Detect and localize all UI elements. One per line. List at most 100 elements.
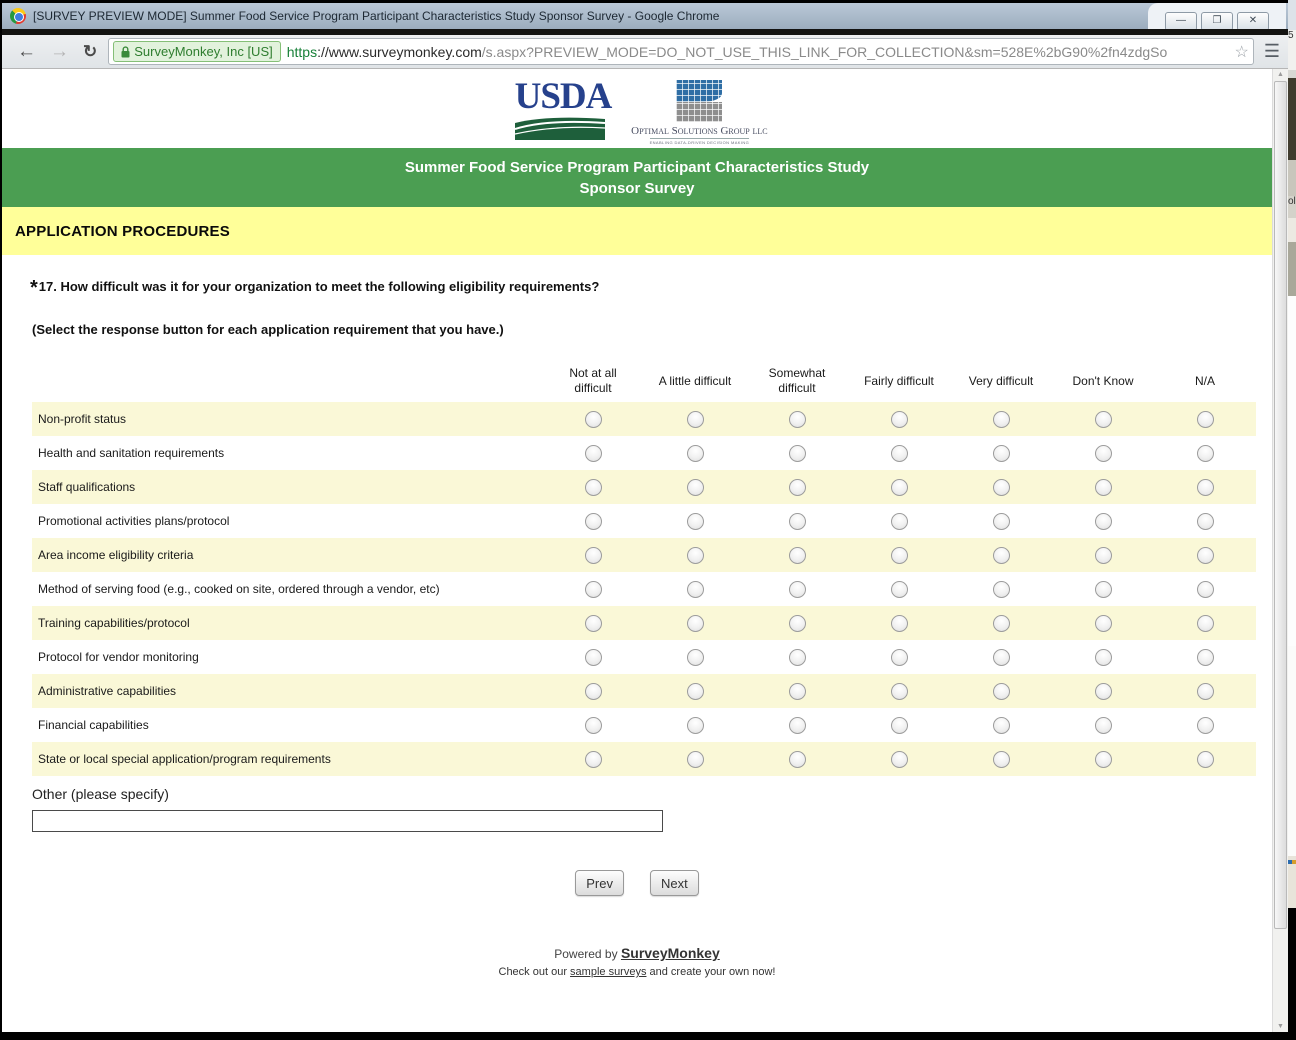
other-specify-input[interactable] [32, 810, 663, 832]
address-bar[interactable]: SurveyMonkey, Inc [US] https://www.surve… [108, 38, 1254, 65]
radio-button[interactable] [1197, 581, 1214, 598]
radio-button[interactable] [789, 547, 806, 564]
ev-certificate-badge[interactable]: SurveyMonkey, Inc [US] [113, 41, 280, 62]
radio-button[interactable] [687, 479, 704, 496]
radio-button[interactable] [789, 445, 806, 462]
radio-button[interactable] [1197, 649, 1214, 666]
radio-button[interactable] [585, 717, 602, 734]
radio-button[interactable] [1197, 547, 1214, 564]
minimize-button-icon[interactable]: — [1165, 12, 1197, 31]
radio-button[interactable] [891, 581, 908, 598]
matrix-cell [848, 479, 950, 496]
radio-button[interactable] [789, 717, 806, 734]
radio-button[interactable] [1095, 649, 1112, 666]
radio-button[interactable] [687, 581, 704, 598]
radio-button[interactable] [585, 683, 602, 700]
radio-button[interactable] [789, 581, 806, 598]
url-text[interactable]: https://www.surveymonkey.com/s.aspx?PREV… [287, 44, 1231, 60]
radio-button[interactable] [993, 581, 1010, 598]
radio-button[interactable] [993, 717, 1010, 734]
radio-button[interactable] [585, 445, 602, 462]
radio-button[interactable] [789, 513, 806, 530]
radio-button[interactable] [1095, 615, 1112, 632]
radio-button[interactable] [687, 445, 704, 462]
radio-button[interactable] [789, 683, 806, 700]
radio-button[interactable] [585, 513, 602, 530]
radio-button[interactable] [687, 615, 704, 632]
radio-button[interactable] [585, 547, 602, 564]
radio-button[interactable] [789, 411, 806, 428]
radio-button[interactable] [789, 479, 806, 496]
radio-button[interactable] [687, 751, 704, 768]
radio-button[interactable] [1095, 513, 1112, 530]
matrix-cell [1052, 411, 1154, 428]
radio-button[interactable] [891, 445, 908, 462]
scroll-up-icon[interactable]: ▲ [1273, 71, 1288, 78]
radio-button[interactable] [1095, 411, 1112, 428]
radio-button[interactable] [687, 547, 704, 564]
radio-button[interactable] [585, 615, 602, 632]
radio-button[interactable] [993, 615, 1010, 632]
scroll-down-icon[interactable]: ▼ [1273, 1023, 1288, 1030]
radio-button[interactable] [993, 411, 1010, 428]
restore-button-icon[interactable]: ❐ [1201, 12, 1233, 31]
radio-button[interactable] [1197, 479, 1214, 496]
surveymonkey-link[interactable]: SurveyMonkey [621, 945, 720, 961]
reload-icon[interactable]: ↻ [83, 43, 97, 60]
radio-button[interactable] [891, 649, 908, 666]
radio-button[interactable] [789, 751, 806, 768]
radio-button[interactable] [687, 683, 704, 700]
radio-button[interactable] [1197, 615, 1214, 632]
radio-button[interactable] [1197, 751, 1214, 768]
radio-button[interactable] [891, 615, 908, 632]
radio-button[interactable] [1095, 751, 1112, 768]
radio-button[interactable] [789, 615, 806, 632]
prev-button[interactable]: Prev [575, 870, 624, 896]
forward-icon[interactable]: → [50, 42, 69, 61]
back-icon[interactable]: ← [17, 42, 36, 61]
radio-button[interactable] [891, 683, 908, 700]
radio-button[interactable] [1197, 717, 1214, 734]
sample-surveys-link[interactable]: sample surveys [570, 966, 646, 978]
radio-button[interactable] [687, 411, 704, 428]
next-button[interactable]: Next [650, 870, 699, 896]
radio-button[interactable] [1197, 513, 1214, 530]
radio-button[interactable] [993, 649, 1010, 666]
radio-button[interactable] [585, 649, 602, 666]
radio-button[interactable] [891, 717, 908, 734]
radio-button[interactable] [993, 751, 1010, 768]
radio-button[interactable] [891, 513, 908, 530]
radio-button[interactable] [1095, 683, 1112, 700]
radio-button[interactable] [1095, 717, 1112, 734]
radio-button[interactable] [891, 547, 908, 564]
radio-button[interactable] [687, 513, 704, 530]
radio-button[interactable] [1095, 445, 1112, 462]
nav-button-row: Prev Next [2, 870, 1272, 896]
radio-button[interactable] [891, 751, 908, 768]
radio-button[interactable] [585, 479, 602, 496]
radio-button[interactable] [993, 547, 1010, 564]
radio-button[interactable] [1095, 547, 1112, 564]
radio-button[interactable] [1197, 411, 1214, 428]
radio-button[interactable] [585, 751, 602, 768]
radio-button[interactable] [993, 479, 1010, 496]
radio-button[interactable] [1197, 683, 1214, 700]
radio-button[interactable] [993, 513, 1010, 530]
radio-button[interactable] [585, 581, 602, 598]
radio-button[interactable] [687, 649, 704, 666]
radio-button[interactable] [687, 717, 704, 734]
radio-button[interactable] [1197, 445, 1214, 462]
scrollbar-thumb[interactable] [1274, 81, 1287, 929]
radio-button[interactable] [1095, 581, 1112, 598]
page-scrollbar[interactable]: ▲ ▼ [1272, 69, 1288, 1032]
radio-button[interactable] [1095, 479, 1112, 496]
radio-button[interactable] [993, 445, 1010, 462]
radio-button[interactable] [891, 411, 908, 428]
radio-button[interactable] [993, 683, 1010, 700]
radio-button[interactable] [891, 479, 908, 496]
chrome-menu-icon[interactable]: ☰ [1264, 41, 1280, 62]
bookmark-star-icon[interactable]: ☆ [1235, 42, 1249, 62]
radio-button[interactable] [789, 649, 806, 666]
radio-button[interactable] [585, 411, 602, 428]
close-button-icon[interactable]: ✕ [1237, 12, 1269, 31]
